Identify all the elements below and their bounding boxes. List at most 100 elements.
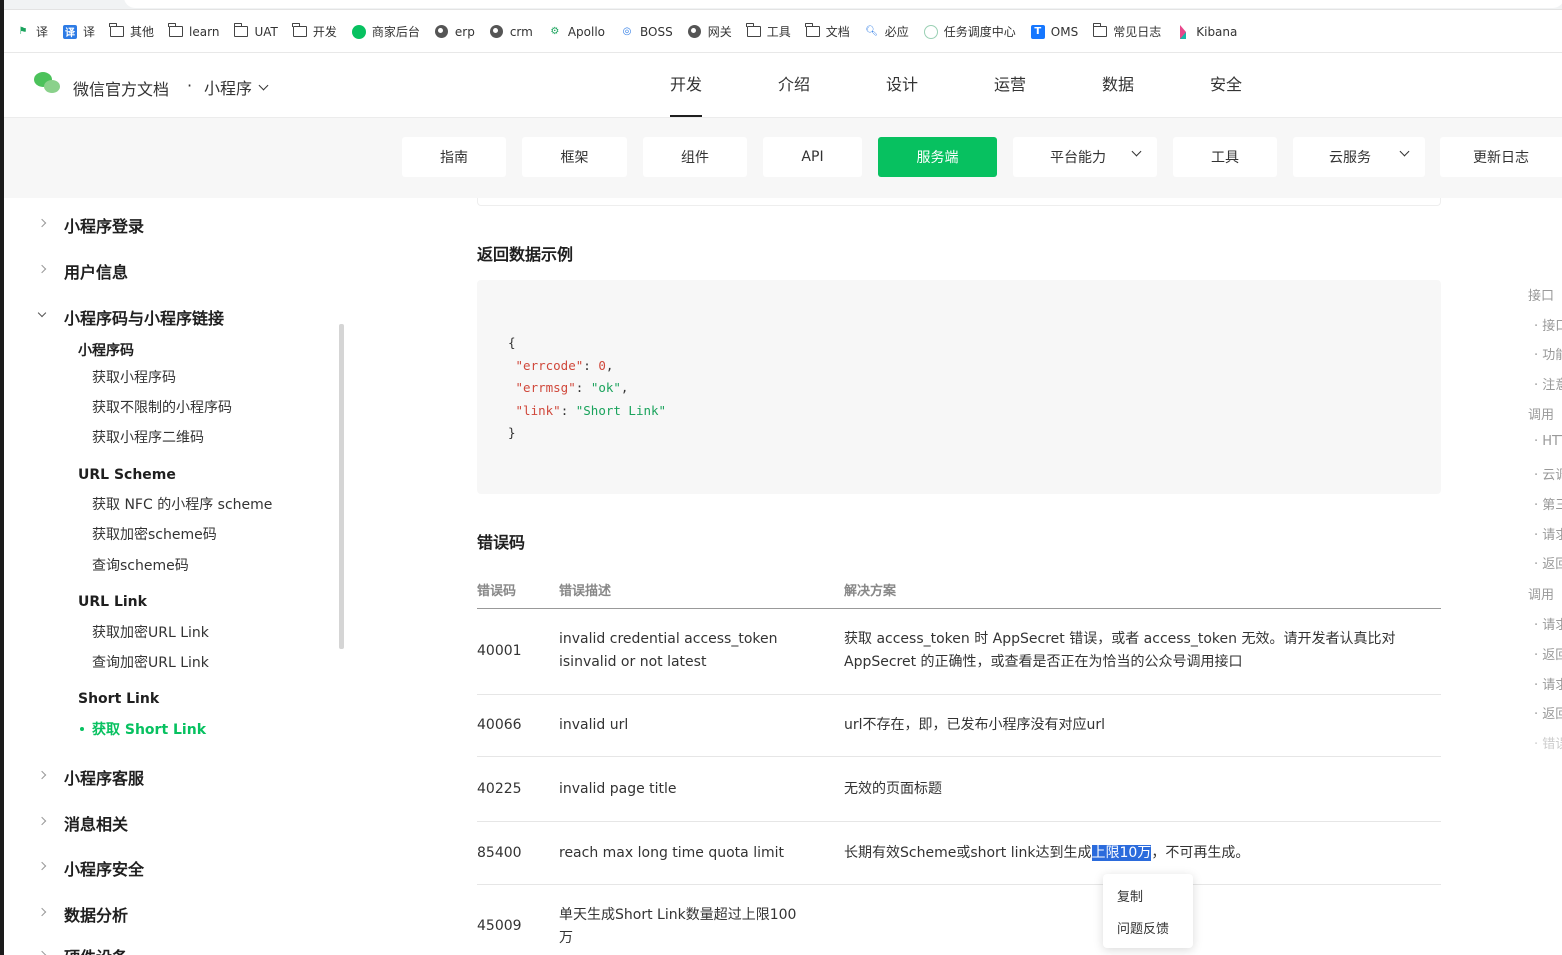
chevron-right-icon	[37, 218, 47, 228]
text-selection: 上限10万	[1091, 845, 1152, 861]
sidebar-leaf[interactable]: 获取小程序二维码	[92, 427, 204, 447]
menu-item-copy[interactable]: 复制	[1117, 886, 1143, 905]
sidebar-item-login[interactable]: 小程序登录	[64, 213, 144, 237]
folder-icon	[109, 23, 125, 37]
toc-item[interactable]: 调用	[1528, 404, 1554, 423]
address-bar[interactable]	[4, 0, 1562, 10]
sidebar-item-service[interactable]: 小程序客服	[64, 765, 144, 789]
globe-icon	[490, 25, 504, 38]
bookmark-logs[interactable]: 常见日志	[1092, 23, 1161, 40]
sidebar-leaf[interactable]: 查询加密URL Link	[92, 652, 209, 672]
brand-title[interactable]: 微信官方文档	[73, 76, 169, 100]
toc-item[interactable]: · 云调	[1534, 464, 1562, 483]
toc-item[interactable]: · 功能	[1534, 344, 1562, 363]
chevron-down-icon	[1399, 146, 1410, 157]
bookmark-translate-1[interactable]: ⚑ 译	[16, 23, 49, 40]
tab-server[interactable]: 服务端	[878, 137, 997, 177]
bookmark-scheduler[interactable]: 任务调度中心	[923, 23, 1016, 40]
toc-item[interactable]: · 请求	[1534, 674, 1562, 693]
sidebar-leaf[interactable]: 获取 NFC 的小程序 scheme	[92, 494, 272, 514]
sidebar-item-analytics[interactable]: 数据分析	[64, 902, 128, 926]
sidebar-leaf[interactable]: 获取小程序码	[92, 367, 176, 387]
sidebar-leaf[interactable]: 获取加密URL Link	[92, 622, 209, 642]
toc-item[interactable]: · 返回	[1534, 553, 1562, 572]
table-row: 40066 invalid url url不存在，即，已发布小程序没有对应url	[477, 695, 1441, 757]
nav-intro[interactable]: 介绍	[778, 53, 886, 117]
sidebar-item-security[interactable]: 小程序安全	[64, 856, 144, 880]
selected-solution[interactable]: 长期有效Scheme或short link达到生成上限10万，不可再生成。	[844, 842, 1424, 865]
tab-tools[interactable]: 工具	[1173, 137, 1277, 177]
wechat-logo-icon[interactable]	[34, 72, 60, 96]
tab-platform[interactable]: 平台能力	[1013, 137, 1157, 177]
gear-icon: ⚙	[550, 26, 560, 37]
code-line: "errcode": 0,	[515, 357, 614, 373]
product-switcher[interactable]: 小程序	[204, 75, 269, 99]
shop-icon	[351, 24, 366, 39]
bookmark-merchant[interactable]: 商家后台	[351, 23, 420, 40]
tab-guide[interactable]: 指南	[402, 137, 506, 177]
toc-item[interactable]: · 注意	[1534, 374, 1562, 393]
nav-data[interactable]: 数据	[1102, 53, 1210, 117]
chevron-down-icon	[37, 308, 47, 318]
bookmark-learn[interactable]: learn	[168, 23, 219, 39]
nav-dev[interactable]: 开发	[670, 53, 778, 117]
toc-item[interactable]: · 请求	[1534, 614, 1562, 633]
tab-framework[interactable]: 框架	[522, 137, 627, 177]
bookmark-crm[interactable]: crm	[490, 25, 533, 39]
chevron-right-icon	[37, 264, 47, 274]
toc-item[interactable]: · 请求	[1534, 524, 1562, 543]
folder-icon	[805, 23, 820, 37]
sidebar-leaf[interactable]: 获取加密scheme码	[92, 524, 217, 544]
toc-item[interactable]: · 错误	[1534, 733, 1562, 752]
brand-separator: ·	[187, 76, 193, 95]
nav-operate[interactable]: 运营	[994, 53, 1102, 117]
tab-api[interactable]: API	[763, 137, 862, 177]
toc-item[interactable]: · 返回	[1534, 703, 1562, 722]
bookmark-tools[interactable]: 工具	[746, 23, 791, 40]
toc-item[interactable]: 接口	[1528, 285, 1554, 304]
chevron-right-icon	[37, 816, 47, 826]
col-code: 错误码	[477, 584, 517, 599]
sidebar-leaf[interactable]: 查询scheme码	[92, 555, 189, 575]
tab-cloud[interactable]: 云服务	[1293, 137, 1425, 177]
toc-item[interactable]: · 接口	[1534, 315, 1562, 334]
bookmark-translate-2[interactable]: 译译	[63, 23, 95, 40]
sidebar-scrollbar[interactable]	[339, 324, 344, 649]
toc-item[interactable]: · HTT	[1534, 434, 1562, 449]
code-block: { "errcode": 0, "errmsg": "ok", "link": …	[477, 280, 1441, 494]
bookmark-erp[interactable]: erp	[435, 25, 475, 39]
toc-item[interactable]: · 第三	[1534, 494, 1562, 513]
return-example-heading: 返回数据示例	[477, 245, 574, 264]
sidebar-group-url-scheme: URL Scheme	[78, 467, 176, 483]
menu-item-feedback[interactable]: 问题反馈	[1117, 918, 1169, 937]
bookmark-other[interactable]: 其他	[109, 23, 154, 40]
bookmark-dev[interactable]: 开发	[292, 23, 337, 40]
bookmark-boss[interactable]: ◎ BOSS	[620, 25, 673, 39]
nav-security[interactable]: 安全	[1210, 53, 1318, 117]
chevron-right-icon	[37, 907, 47, 917]
table-row: 40225 invalid page title 无效的页面标题	[477, 757, 1441, 822]
bookmark-bing[interactable]: 🔍︎ 必应	[865, 23, 908, 40]
sidebar-leaf-active[interactable]: 获取 Short Link	[79, 719, 206, 739]
bookmark-gateway[interactable]: 网关	[688, 23, 732, 40]
toc-item[interactable]: 调用	[1528, 584, 1554, 603]
bookmark-docs[interactable]: 文档	[805, 23, 850, 40]
sidebar-item-qrcode-links[interactable]: 小程序码与小程序链接	[64, 305, 224, 329]
folder-icon	[233, 23, 249, 37]
tab-components[interactable]: 组件	[643, 137, 747, 177]
sidebar-item-message[interactable]: 消息相关	[64, 811, 128, 835]
nav-design[interactable]: 设计	[886, 53, 994, 117]
toc-item[interactable]: · 返回	[1534, 644, 1562, 663]
sidebar-item-hardware[interactable]: 硬件设备	[64, 944, 128, 955]
bookmark-oms[interactable]: T OMS	[1030, 24, 1078, 39]
bookmark-uat[interactable]: UAT	[233, 23, 278, 39]
error-table: 错误码 错误描述 解决方案 40001 invalid credential a…	[477, 570, 1441, 955]
oms-icon: T	[1030, 24, 1045, 39]
sidebar-leaf[interactable]: 获取不限制的小程序码	[92, 397, 232, 417]
bookmark-kibana[interactable]: Kibana	[1176, 24, 1237, 39]
bookmark-apollo[interactable]: ⚙ Apollo	[548, 25, 605, 39]
error-code-heading: 错误码	[477, 533, 526, 552]
sidebar-item-userinfo[interactable]: 用户信息	[64, 259, 128, 283]
tab-changelog[interactable]: 更新日志	[1440, 137, 1562, 177]
sidebar-group-qrcode: 小程序码	[78, 343, 134, 359]
